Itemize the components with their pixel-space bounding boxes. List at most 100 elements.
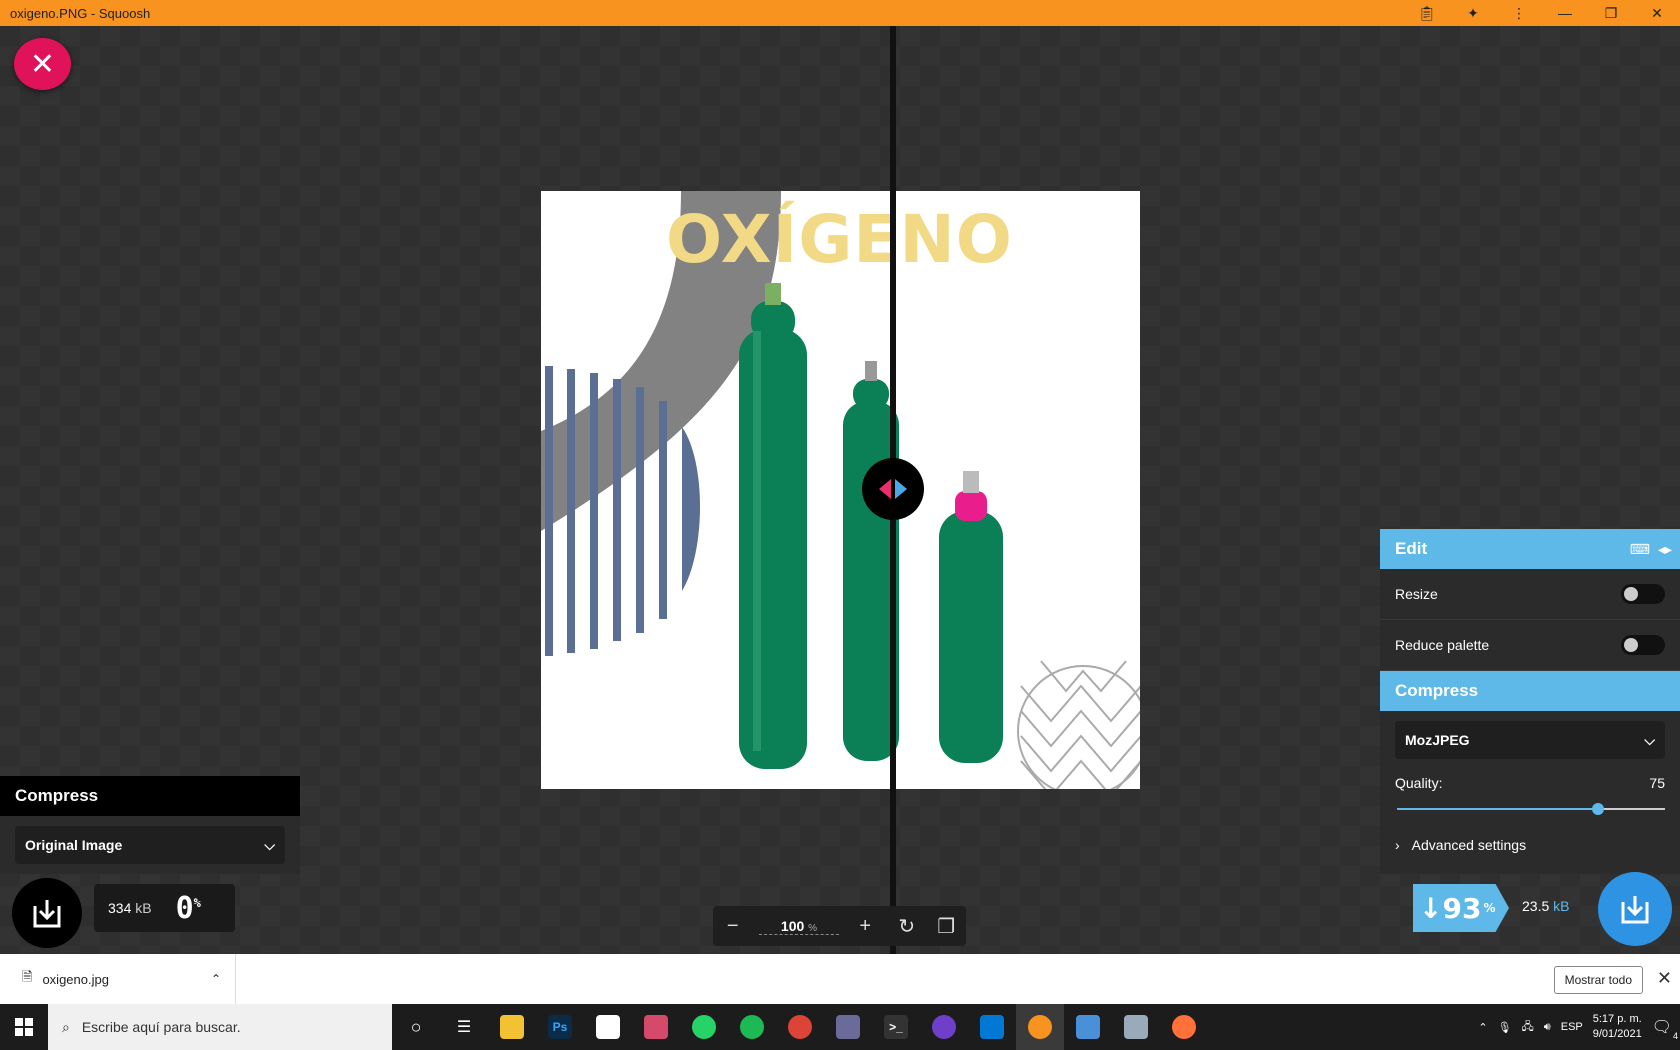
right-size-unit: kB bbox=[1553, 898, 1570, 914]
close-downloads-button[interactable]: ✕ bbox=[1657, 968, 1672, 989]
chevron-up-icon[interactable]: ⌃ bbox=[211, 972, 221, 986]
task-view-icon: ☰ bbox=[456, 1019, 472, 1036]
quality-row: Quality: 75 bbox=[1380, 769, 1680, 791]
taskbar-app-firefox[interactable] bbox=[1160, 1004, 1208, 1050]
taskbar-app-file-explorer[interactable] bbox=[488, 1004, 536, 1050]
show-hidden-icons-icon[interactable]: ⌃ bbox=[1478, 1021, 1487, 1034]
taskbar-app-chrome[interactable] bbox=[776, 1004, 824, 1050]
taskbar-app-photoshop[interactable]: Ps bbox=[536, 1004, 584, 1050]
taskbar-app-github[interactable] bbox=[920, 1004, 968, 1050]
swap-sides-icon[interactable]: ◂▸ bbox=[1658, 541, 1672, 558]
show-all-button[interactable]: Mostrar todo bbox=[1553, 966, 1643, 994]
recorder-icon bbox=[836, 1015, 860, 1039]
resize-row[interactable]: Resize bbox=[1380, 569, 1680, 620]
edit-heading: Edit bbox=[1395, 539, 1428, 558]
zoom-number: 100 bbox=[780, 917, 805, 934]
terminal-icon: >_ bbox=[884, 1015, 908, 1039]
slider-thumb[interactable] bbox=[1592, 803, 1604, 815]
quality-slider[interactable] bbox=[1397, 803, 1665, 815]
taskbar-app-paint[interactable] bbox=[632, 1004, 680, 1050]
edit-header: Edit ⌨ ◂▸ bbox=[1380, 529, 1680, 569]
firefox-icon bbox=[1172, 1015, 1196, 1039]
rotate-button[interactable]: ↻ bbox=[887, 906, 927, 946]
right-size-value: 23.5 bbox=[1522, 898, 1550, 914]
resize-label: Resize bbox=[1395, 586, 1438, 602]
zoom-value[interactable]: 100 % bbox=[758, 917, 840, 935]
reduce-palette-toggle[interactable] bbox=[1621, 635, 1665, 655]
downloads-bar: 🗎 oxigeno.jpg ⌃ Mostrar todo ✕ bbox=[0, 954, 1680, 1004]
taskbar-app-terminal[interactable]: >_ bbox=[872, 1004, 920, 1050]
taskbar-app-store[interactable] bbox=[584, 1004, 632, 1050]
more-menu-icon[interactable]: ⋮ bbox=[1496, 0, 1542, 26]
clock[interactable]: 5:17 p. m. 9/01/2021 bbox=[1593, 1012, 1642, 1042]
arrow-left-icon bbox=[879, 479, 891, 499]
squoosh-workspace: ✕ OXÍGENO Compress Original Image ⌵ 334 … bbox=[0, 26, 1680, 954]
left-download-button[interactable] bbox=[12, 878, 82, 948]
taskbar-app-record[interactable] bbox=[824, 1004, 872, 1050]
download-icon bbox=[33, 900, 61, 928]
taskbar-app-vscode[interactable] bbox=[968, 1004, 1016, 1050]
left-encoder-select[interactable]: Original Image ⌵ bbox=[15, 826, 285, 864]
zoom-in-button[interactable]: + bbox=[845, 906, 885, 946]
left-size-unit: kB bbox=[135, 900, 152, 916]
vscode-icon bbox=[980, 1015, 1004, 1039]
taskbar-app-remote[interactable] bbox=[1064, 1004, 1112, 1050]
search-icon: ⌕ bbox=[62, 1018, 70, 1035]
chevron-down-icon: ⌵ bbox=[1644, 731, 1655, 748]
cortana-button[interactable]: ○ bbox=[392, 1004, 440, 1050]
reduce-palette-label: Reduce palette bbox=[1395, 637, 1490, 653]
taskbar-app-whatsapp[interactable] bbox=[680, 1004, 728, 1050]
clipboard-icon[interactable]: 📋︎ bbox=[1404, 0, 1450, 26]
fit-screen-icon: ❐ bbox=[937, 915, 956, 938]
left-compress-heading: Compress bbox=[0, 776, 300, 816]
taskbar-app-paint3d[interactable] bbox=[1112, 1004, 1160, 1050]
paint-icon bbox=[644, 1015, 668, 1039]
taskbar-app-squoosh[interactable] bbox=[1016, 1004, 1064, 1050]
image-preview[interactable]: OXÍGENO bbox=[541, 191, 1140, 789]
volume-icon[interactable]: 🔊︎ bbox=[1544, 1021, 1551, 1034]
left-compress-panel: Compress Original Image ⌵ bbox=[0, 776, 300, 874]
zoom-out-button[interactable]: − bbox=[713, 906, 753, 946]
left-percent-unit: % bbox=[193, 895, 201, 910]
task-view-button[interactable]: ☰ bbox=[440, 1004, 488, 1050]
zoom-unit: % bbox=[808, 922, 818, 934]
split-handle[interactable] bbox=[862, 458, 924, 520]
close-image-button[interactable]: ✕ bbox=[14, 38, 71, 90]
minimize-button[interactable]: — bbox=[1542, 0, 1588, 26]
encoder-select[interactable]: MozJPEG ⌵ bbox=[1395, 721, 1665, 759]
restore-button[interactable]: ❐ bbox=[1588, 0, 1634, 26]
compress-header: Compress bbox=[1380, 671, 1680, 711]
advanced-settings-label: Advanced settings bbox=[1411, 837, 1527, 853]
resize-toggle[interactable] bbox=[1621, 584, 1665, 604]
left-size-stats: 334 kB 0% bbox=[94, 884, 235, 932]
chevron-right-icon: › bbox=[1395, 837, 1400, 853]
encoder-value: MozJPEG bbox=[1405, 732, 1470, 748]
language-indicator[interactable]: ESP bbox=[1561, 1021, 1583, 1033]
background-toggle-button[interactable]: ❐ bbox=[926, 906, 966, 946]
start-button[interactable] bbox=[0, 1004, 48, 1050]
left-encoder-value: Original Image bbox=[25, 837, 123, 853]
download-item[interactable]: 🗎 oxigeno.jpg ⌃ bbox=[0, 954, 236, 1004]
file-icon: 🗎 bbox=[22, 969, 33, 984]
close-window-button[interactable]: ✕ bbox=[1634, 0, 1680, 26]
close-icon: ✕ bbox=[29, 47, 56, 81]
terminal-icon[interactable]: ⌨ bbox=[1630, 541, 1650, 558]
notifications-icon[interactable]: 🗨︎ 4 bbox=[1652, 1017, 1678, 1041]
download-file-name: oxigeno.jpg bbox=[42, 971, 109, 987]
zoom-toolbar: − 100 % + ↻ ❐ bbox=[713, 906, 966, 946]
network-icon[interactable]: 🖧 bbox=[1522, 1018, 1534, 1037]
reduce-palette-row[interactable]: Reduce palette bbox=[1380, 620, 1680, 671]
advanced-settings-toggle[interactable]: › Advanced settings bbox=[1380, 815, 1680, 853]
microphone-icon[interactable]: 🎙︎ bbox=[1498, 1021, 1512, 1034]
squoosh-icon bbox=[1028, 1015, 1052, 1039]
github-icon bbox=[932, 1015, 956, 1039]
download-button[interactable] bbox=[1598, 872, 1672, 946]
taskbar-app-spotify[interactable] bbox=[728, 1004, 776, 1050]
taskbar-search[interactable]: ⌕ Escribe aquí para buscar. bbox=[48, 1004, 392, 1050]
extensions-icon[interactable]: ✦ bbox=[1450, 0, 1496, 26]
rotate-icon: ↻ bbox=[898, 915, 916, 938]
circle-icon: ○ bbox=[410, 1016, 422, 1037]
quality-label: Quality: bbox=[1395, 775, 1443, 791]
chevron-down-icon: ⌵ bbox=[264, 836, 275, 853]
notification-count: 4 bbox=[1672, 1031, 1678, 1041]
